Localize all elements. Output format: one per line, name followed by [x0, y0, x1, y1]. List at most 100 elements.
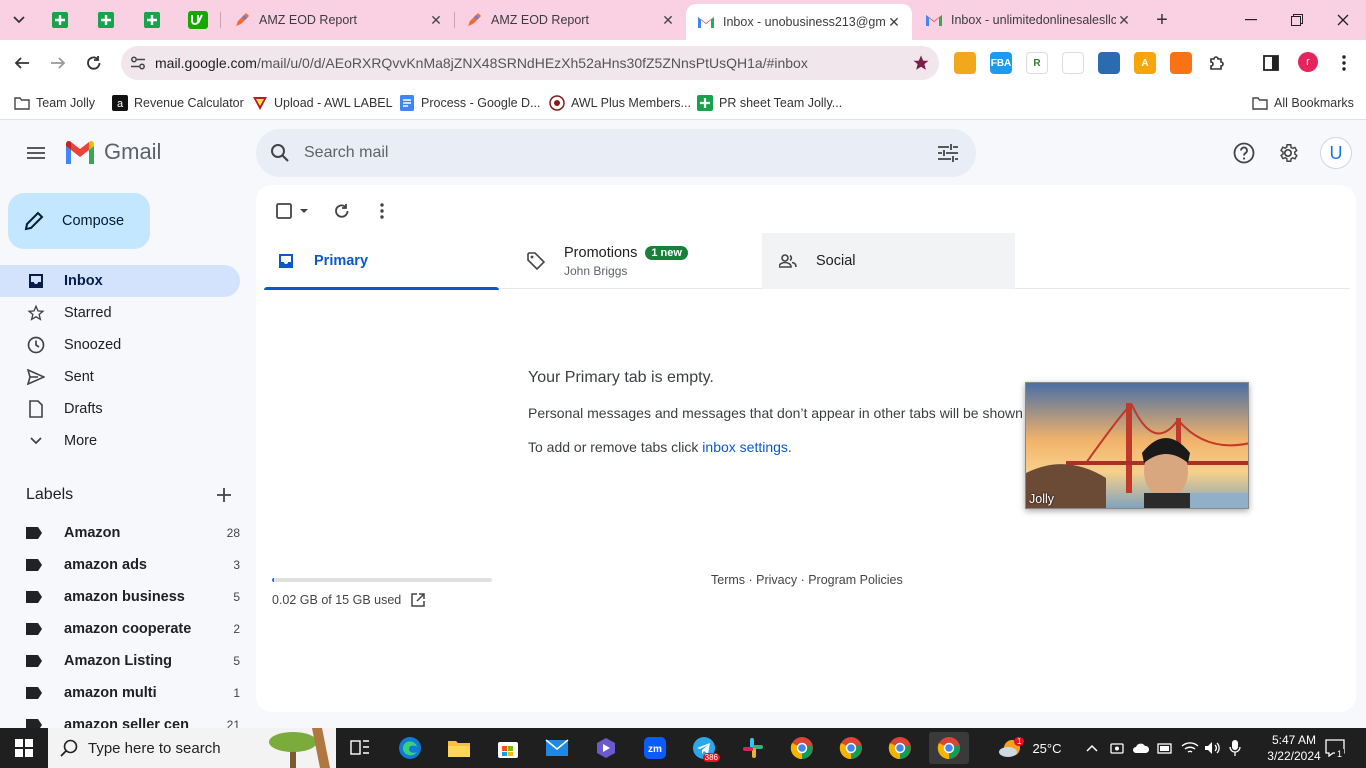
telegram-icon[interactable]: 386 — [684, 732, 724, 764]
back-button[interactable] — [8, 49, 36, 77]
bookmark-revenue-calculator[interactable]: a Revenue Calculator — [112, 91, 244, 115]
task-view-icon[interactable] — [340, 732, 380, 764]
address-bar[interactable]: mail.google.com/mail/u/0/d/AEoRXRQvvKnMa… — [121, 46, 939, 80]
meet-now-icon[interactable] — [1110, 728, 1124, 768]
site-info-icon[interactable] — [121, 56, 155, 70]
tab-amz-eod-report-2[interactable]: AMZ EOD Report ✕ — [454, 4, 686, 36]
settings-gear-icon[interactable] — [1272, 137, 1304, 169]
search-input[interactable] — [304, 144, 920, 162]
bookmark-team-jolly[interactable]: Team Jolly — [14, 91, 95, 115]
pinned-tab-sheets-3[interactable] — [138, 8, 166, 32]
honey-extension-icon[interactable] — [954, 52, 976, 74]
all-bookmarks-button[interactable]: All Bookmarks — [1252, 91, 1354, 115]
gmail-logo[interactable]: Gmail — [64, 139, 161, 165]
close-icon[interactable]: ✕ — [886, 14, 902, 30]
search-mail-bar[interactable] — [256, 129, 976, 177]
chrome-profile-3-icon[interactable] — [880, 732, 920, 764]
close-icon[interactable]: ✕ — [1116, 12, 1132, 28]
weather-widget[interactable]: 1 25°C — [998, 728, 1062, 768]
chrome-profile-active-icon[interactable] — [929, 732, 969, 764]
orange-extension-icon[interactable] — [1170, 52, 1192, 74]
chrome-menu-icon[interactable] — [1334, 52, 1354, 74]
nav-item-inbox[interactable]: Inbox — [0, 265, 240, 297]
chrome-profile-2-icon[interactable] — [831, 732, 871, 764]
more-actions-icon[interactable] — [370, 199, 394, 223]
close-icon[interactable]: ✕ — [660, 12, 676, 28]
pinned-tab-sheets-2[interactable] — [92, 8, 120, 32]
close-window-button[interactable] — [1320, 0, 1366, 40]
tab-amz-eod-report-1[interactable]: AMZ EOD Report ✕ — [222, 4, 454, 36]
file-explorer-icon[interactable] — [439, 732, 479, 764]
pinned-tab-sheets[interactable] — [46, 8, 74, 32]
microphone-icon[interactable] — [1229, 728, 1243, 768]
start-button[interactable] — [0, 728, 48, 768]
side-panel-icon[interactable] — [1260, 52, 1282, 74]
google-account-avatar[interactable]: U — [1320, 137, 1352, 169]
nav-item-drafts[interactable]: Drafts — [0, 393, 240, 425]
bookmark-star-icon[interactable] — [903, 54, 939, 72]
label-item[interactable]: Amazon Listing 5 — [0, 645, 240, 677]
label-item[interactable]: amazon seller cen 21 — [0, 709, 240, 728]
label-item[interactable]: amazon cooperate 2 — [0, 613, 240, 645]
bookmark-process-google-docs[interactable]: Process - Google D... — [399, 91, 541, 115]
taskbar-search-box[interactable]: Type here to search — [48, 728, 336, 768]
close-icon[interactable]: ✕ — [428, 12, 444, 28]
refresh-icon[interactable] — [330, 199, 354, 223]
label-item[interactable]: amazon business 5 — [0, 581, 240, 613]
extensions-puzzle-icon[interactable] — [1206, 52, 1228, 74]
nav-item-sent[interactable]: Sent — [0, 361, 240, 393]
nav-item-starred[interactable]: Starred — [0, 297, 240, 329]
bookmark-pr-sheet-team-jolly[interactable]: PR sheet Team Jolly... — [697, 91, 842, 115]
new-tab-button[interactable]: + — [1150, 8, 1174, 32]
tab-promotions[interactable]: Promotions 1 new John Briggs — [514, 233, 762, 289]
main-menu-icon[interactable] — [22, 139, 50, 167]
tray-chevron-up-icon[interactable] — [1086, 728, 1100, 768]
keepa-extension-icon[interactable]: R — [1026, 52, 1048, 74]
chrome-profile-avatar[interactable]: r — [1298, 52, 1318, 72]
search-options-icon[interactable] — [920, 144, 976, 162]
tab-search-button[interactable] — [6, 8, 32, 32]
mail-app-icon[interactable] — [537, 732, 577, 764]
helium-extension-icon[interactable] — [1062, 52, 1084, 74]
label-item[interactable]: Amazon 28 — [0, 517, 240, 549]
onedrive-cloud-icon[interactable] — [1132, 728, 1150, 768]
zoom-icon[interactable]: zm — [635, 732, 675, 764]
compose-button[interactable]: Compose — [8, 193, 150, 249]
aura-extension-icon[interactable] — [1098, 52, 1120, 74]
fba-extension-icon[interactable]: FBA — [990, 52, 1012, 74]
microsoft-store-icon[interactable] — [488, 732, 528, 764]
slack-icon[interactable] — [733, 732, 773, 764]
support-icon[interactable] — [1228, 137, 1260, 169]
wifi-icon[interactable] — [1181, 728, 1199, 768]
add-label-icon[interactable] — [214, 485, 234, 505]
clipchamp-icon[interactable] — [586, 732, 626, 764]
notification-center-icon[interactable]: 1 — [1324, 738, 1346, 759]
edge-icon[interactable] — [390, 732, 430, 764]
bookmark-upload-awl-label[interactable]: Upload - AWL LABEL — [252, 91, 393, 115]
restore-button[interactable] — [1274, 0, 1320, 40]
pinned-tab-upwork[interactable] — [184, 8, 212, 32]
minimize-button[interactable] — [1228, 0, 1274, 40]
footer-links[interactable]: Terms · Privacy · Program Policies — [711, 573, 903, 587]
forward-button[interactable] — [44, 49, 72, 77]
chrome-profile-1-icon[interactable] — [782, 732, 822, 764]
video-call-overlay[interactable]: Jolly — [1025, 382, 1249, 509]
nav-item-more[interactable]: More — [0, 425, 240, 457]
tab-primary[interactable]: Primary — [264, 233, 499, 290]
search-icon[interactable] — [256, 143, 304, 163]
tab-inbox-unobusiness[interactable]: Inbox - unobusiness213@gma ✕ — [686, 4, 912, 40]
tab-inbox-unlimitedonlinesales[interactable]: Inbox - unlimitedonlinesalesllc ✕ — [914, 4, 1142, 36]
select-all-checkbox[interactable] — [272, 199, 312, 223]
reload-button[interactable] — [80, 49, 108, 77]
inbox-settings-link[interactable]: inbox settings — [702, 439, 788, 455]
scout-extension-icon[interactable]: A — [1134, 52, 1156, 74]
battery-icon[interactable] — [1157, 728, 1173, 768]
label-item[interactable]: amazon multi 1 — [0, 677, 240, 709]
label-item[interactable]: amazon ads 3 — [0, 549, 240, 581]
nav-item-snoozed[interactable]: Snoozed — [0, 329, 240, 361]
bookmark-awl-plus-members[interactable]: AWL Plus Members... — [549, 91, 691, 115]
tab-social[interactable]: Social — [762, 233, 1015, 289]
open-in-new-icon[interactable] — [411, 593, 425, 607]
volume-icon[interactable] — [1204, 728, 1222, 768]
taskbar-clock[interactable]: 5:47 AM 3/22/2024 — [1262, 732, 1326, 764]
